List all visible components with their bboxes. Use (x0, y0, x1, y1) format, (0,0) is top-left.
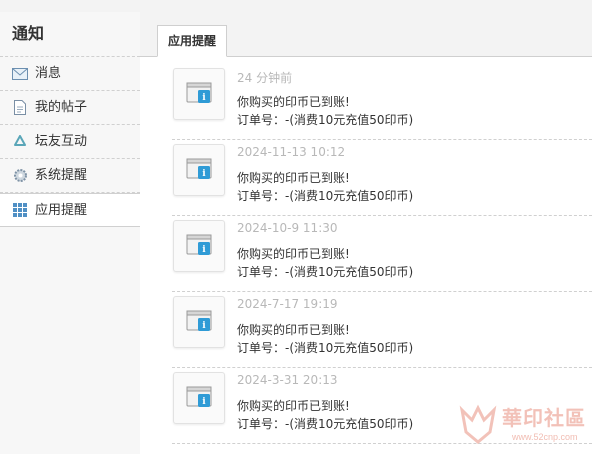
mail-icon (12, 66, 28, 82)
document-icon (12, 100, 28, 116)
sidebar-item-label: 坛友互动 (35, 134, 88, 149)
watermark-text: 華印社區 (502, 406, 586, 430)
sidebar-item-label: 消息 (35, 66, 62, 81)
sidebar-item-label: 应用提醒 (35, 202, 88, 218)
gear-icon (12, 168, 28, 184)
notice-message: 你购买的印币已到账! (237, 247, 350, 261)
notice-message: 你购买的印币已到账! (237, 95, 350, 109)
notice-time: 2024-7-17 19:19 (237, 297, 338, 311)
notice-order-detail: 订单号：-(消费10元充值50印币) (237, 417, 414, 431)
app-notice-icon: i (173, 144, 225, 196)
notice-order-detail: 订单号：-(消费10元充值50印币) (237, 265, 414, 279)
recycle-icon (12, 134, 28, 150)
sidebar-item-label: 系统提醒 (35, 168, 88, 183)
notice-item: i 2024-7-17 19:19 你购买的印币已到账! 订单号：-(消费10元… (172, 292, 592, 368)
tab-bar: 应用提醒 (140, 12, 592, 57)
sidebar-item-system-notices[interactable]: 系统提醒 (0, 159, 140, 193)
notice-time: 2024-11-13 10:12 (237, 145, 346, 159)
sidebar-item-app-notices[interactable]: 应用提醒 (0, 193, 140, 227)
sidebar-item-messages[interactable]: 消息 (0, 57, 140, 91)
sidebar-item-interactions[interactable]: 坛友互动 (0, 125, 140, 159)
notice-message: 你购买的印币已到账! (237, 323, 350, 337)
watermark-logo-icon (458, 402, 498, 450)
svg-text:i: i (202, 169, 206, 179)
notice-item: i 2024-10-9 11:30 你购买的印币已到账! 订单号：-(消费10元… (172, 216, 592, 292)
notice-time: 2024-10-9 11:30 (237, 221, 338, 235)
app-notice-icon: i (173, 220, 225, 272)
notice-item: i 2024-11-13 10:12 你购买的印币已到账! 订单号：-(消费10… (172, 140, 592, 216)
watermark: 華印社區 www.52cnp.com (458, 400, 588, 452)
sidebar: 通知 消息 我的帖子 坛友互动 系统提醒 应用提醒 (0, 12, 140, 454)
notice-order-detail: 订单号：-(消费10元充值50印币) (237, 341, 414, 355)
notice-time: 24 分钟前 (237, 71, 293, 85)
app-notice-icon: i (173, 372, 225, 424)
main-content: 应用提醒 i 24 分钟前 你购买的印币已到账! 订单号：-(消费10元充值50… (140, 12, 592, 454)
notice-item: i 24 分钟前 你购买的印币已到账! 订单号：-(消费10元充值50印币) (172, 64, 592, 140)
notice-message: 你购买的印币已到账! (237, 399, 350, 413)
sidebar-item-my-posts[interactable]: 我的帖子 (0, 91, 140, 125)
app-notice-icon: i (173, 296, 225, 348)
svg-text:i: i (202, 245, 206, 255)
notice-order-detail: 订单号：-(消费10元充值50印币) (237, 189, 414, 203)
grid-icon (12, 202, 28, 218)
app-notice-icon: i (173, 68, 225, 120)
svg-text:i: i (202, 93, 206, 103)
notice-message: 你购买的印币已到账! (237, 171, 350, 185)
sidebar-item-label: 我的帖子 (35, 100, 88, 115)
tab-app-notices[interactable]: 应用提醒 (157, 25, 228, 57)
svg-text:i: i (202, 321, 206, 331)
svg-text:i: i (202, 397, 206, 407)
notice-time: 2024-3-31 20:13 (237, 373, 338, 387)
sidebar-title: 通知 (0, 12, 140, 57)
watermark-url: www.52cnp.com (512, 432, 578, 442)
notice-order-detail: 订单号：-(消费10元充值50印币) (237, 113, 414, 127)
